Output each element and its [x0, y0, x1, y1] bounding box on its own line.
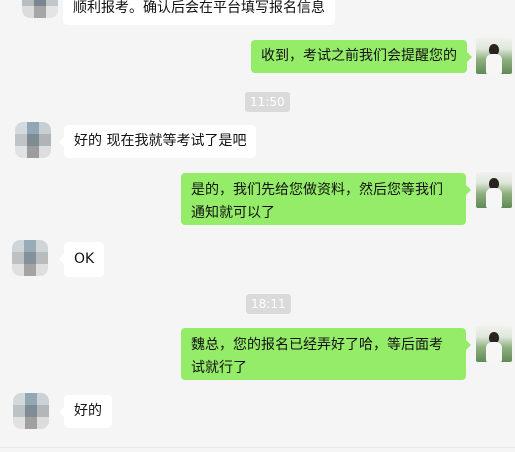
timestamp: 11:50 — [245, 92, 290, 112]
my-avatar[interactable] — [476, 38, 512, 74]
message-bubble-outgoing[interactable]: 是的，我们先给您做资料，然后您等我们通知就可以了 — [181, 173, 471, 225]
message-bubble-incoming[interactable]: 好的 现在我就等考试了是吧 — [58, 125, 257, 158]
message-bubble-incoming[interactable]: 好的 — [59, 395, 112, 428]
message-text: 顺利报考。确认后会在平台填写报名信息 — [73, 0, 325, 16]
message-text: 收到，考试之前我们会提醒您的 — [261, 48, 457, 64]
my-avatar[interactable] — [476, 172, 512, 208]
my-avatar[interactable] — [476, 326, 512, 362]
message-text: 好的 — [74, 403, 102, 419]
message-text: 好的 现在我就等考试了是吧 — [74, 133, 247, 149]
contact-avatar[interactable] — [13, 393, 49, 429]
message-bubble-outgoing[interactable]: 魏总，您的报名已经弄好了哈，等后面考试就行了 — [181, 328, 471, 380]
input-divider — [0, 447, 515, 448]
timestamp: 18:11 — [246, 294, 291, 314]
message-bubble-incoming[interactable]: OK — [58, 242, 105, 277]
contact-avatar[interactable] — [12, 240, 48, 276]
message-bubble-outgoing[interactable]: 收到，考试之前我们会提醒您的 — [251, 40, 472, 73]
contact-avatar[interactable] — [15, 122, 51, 158]
contact-avatar[interactable] — [22, 0, 58, 18]
message-bubble-incoming[interactable]: 顺利报考。确认后会在平台填写报名信息 — [63, 0, 335, 25]
message-text: 是的，我们先给您做资料，然后您等我们通知就可以了 — [191, 182, 443, 221]
message-text: OK — [74, 251, 95, 267]
message-text: 魏总，您的报名已经弄好了哈，等后面考试就行了 — [191, 337, 443, 376]
